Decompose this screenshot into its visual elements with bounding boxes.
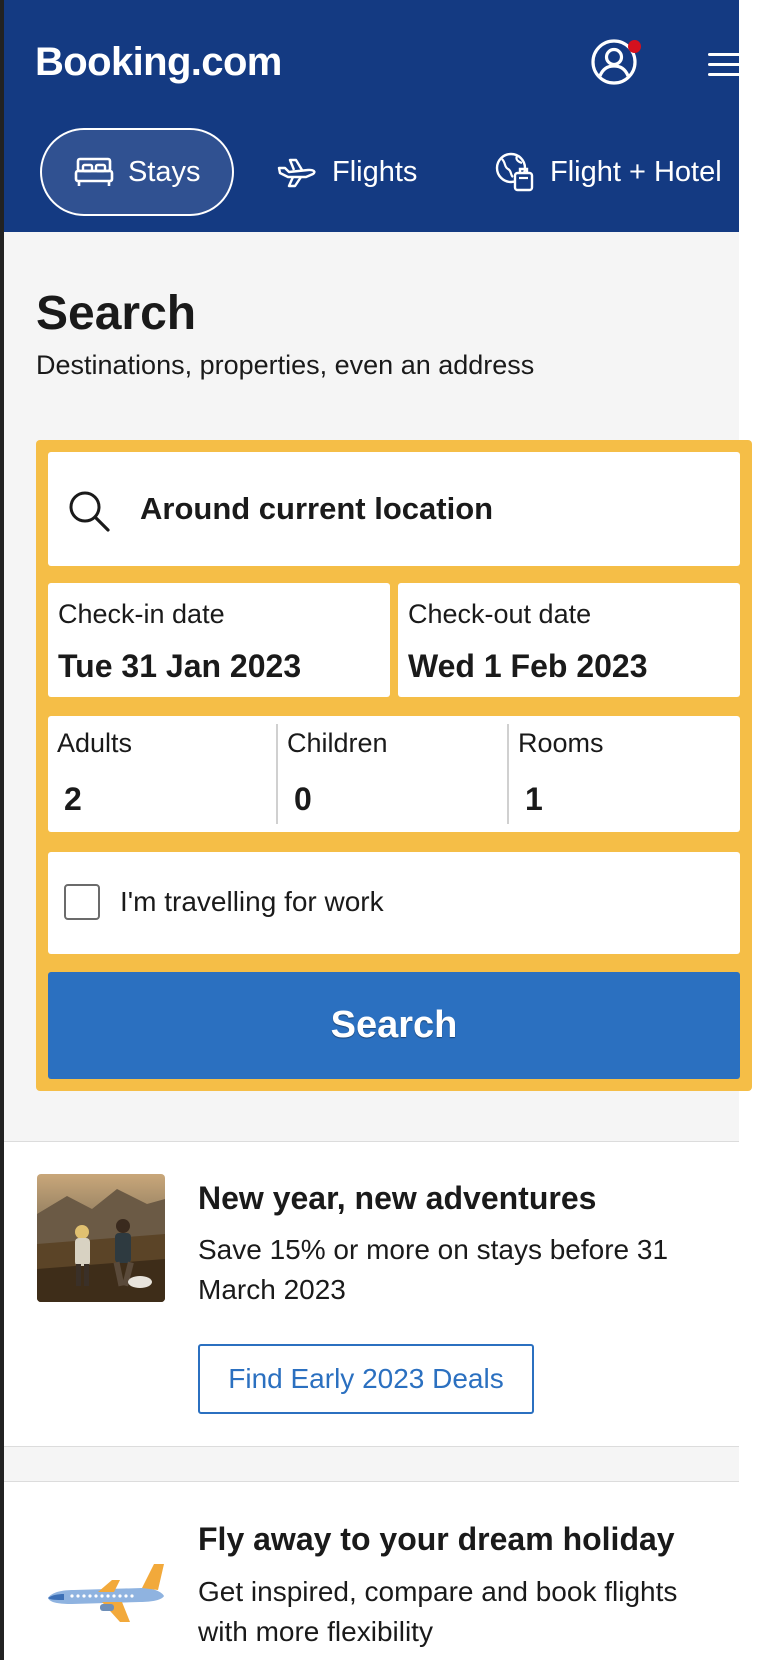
adults-label: Adults xyxy=(57,728,133,758)
children-label: Children xyxy=(287,728,388,758)
hamburger-menu-button[interactable] xyxy=(706,46,748,82)
menu-bar xyxy=(708,63,744,66)
children-selector[interactable]: Children 0 xyxy=(278,716,508,832)
notification-dot xyxy=(628,40,641,53)
booking-logo[interactable]: Booking.com xyxy=(35,38,282,86)
tab-flight-hotel[interactable]: Flight + Hotel xyxy=(494,128,722,216)
hikers-photo xyxy=(37,1174,165,1302)
rooms-label: Rooms xyxy=(518,728,604,758)
airplane-illustration xyxy=(48,1564,164,1622)
hikers-illustration xyxy=(37,1174,165,1302)
promo-text: Save 15% or more on stays before 31 Marc… xyxy=(198,1234,669,1305)
rooms-selector[interactable]: Rooms 1 xyxy=(509,716,739,832)
search-button[interactable]: Search xyxy=(48,972,740,1079)
promo-card-new-year: New year, new adventures Save 15% or mor… xyxy=(4,1141,739,1447)
children-value: 0 xyxy=(294,781,312,817)
promo-card-flights: Fly away to your dream holiday Get inspi… xyxy=(4,1481,739,1660)
globe-luggage-icon xyxy=(495,152,534,192)
checkout-value: Wed 1 Feb 2023 xyxy=(408,648,648,684)
checkout-label: Check-out date xyxy=(408,599,592,629)
tab-flights[interactable]: Flights xyxy=(276,128,417,216)
tab-flights-label: Flights xyxy=(332,155,418,188)
tab-flight-hotel-label: Flight + Hotel xyxy=(550,155,722,188)
menu-bar xyxy=(708,73,744,76)
checkin-date-field[interactable]: Check-in date Tue 31 Jan 2023 xyxy=(48,583,390,697)
checkout-date-field[interactable]: Check-out date Wed 1 Feb 2023 xyxy=(398,583,740,697)
rooms-value: 1 xyxy=(525,781,543,817)
page: Booking.com Stays Flights Flight + Hotel… xyxy=(0,0,782,1660)
plane-icon xyxy=(277,158,316,188)
occupancy-field: Adults 2 Children 0 Rooms 1 xyxy=(48,716,740,832)
destination-input[interactable]: Around current location xyxy=(48,452,740,566)
tab-stays[interactable]: Stays xyxy=(40,128,234,216)
work-travel-option[interactable]: I'm travelling for work xyxy=(48,852,740,954)
checkin-value: Tue 31 Jan 2023 xyxy=(58,648,302,684)
checkin-label: Check-in date xyxy=(58,599,225,629)
top-header: Booking.com Stays Flights Flight + Hotel xyxy=(4,0,744,232)
promo-title: Fly away to your dream holiday xyxy=(198,1521,675,1557)
adults-value: 2 xyxy=(64,781,82,817)
destination-value: Around current location xyxy=(140,491,494,526)
account-button[interactable] xyxy=(589,36,643,90)
adults-selector[interactable]: Adults 2 xyxy=(48,716,278,832)
work-travel-checkbox[interactable] xyxy=(64,884,100,920)
promo-text: Get inspired, compare and book flights w… xyxy=(198,1576,678,1647)
page-title: Search xyxy=(36,287,197,340)
search-form: Around current location Check-in date Tu… xyxy=(36,440,752,1091)
bed-icon xyxy=(74,157,114,186)
search-icon xyxy=(69,491,110,532)
work-travel-label: I'm travelling for work xyxy=(120,886,384,917)
menu-bar xyxy=(708,53,744,56)
tab-stays-label: Stays xyxy=(128,155,201,188)
find-deals-button[interactable]: Find Early 2023 Deals xyxy=(198,1344,534,1414)
page-subtitle: Destinations, properties, even an addres… xyxy=(36,350,535,380)
promo-title: New year, new adventures xyxy=(198,1180,597,1216)
